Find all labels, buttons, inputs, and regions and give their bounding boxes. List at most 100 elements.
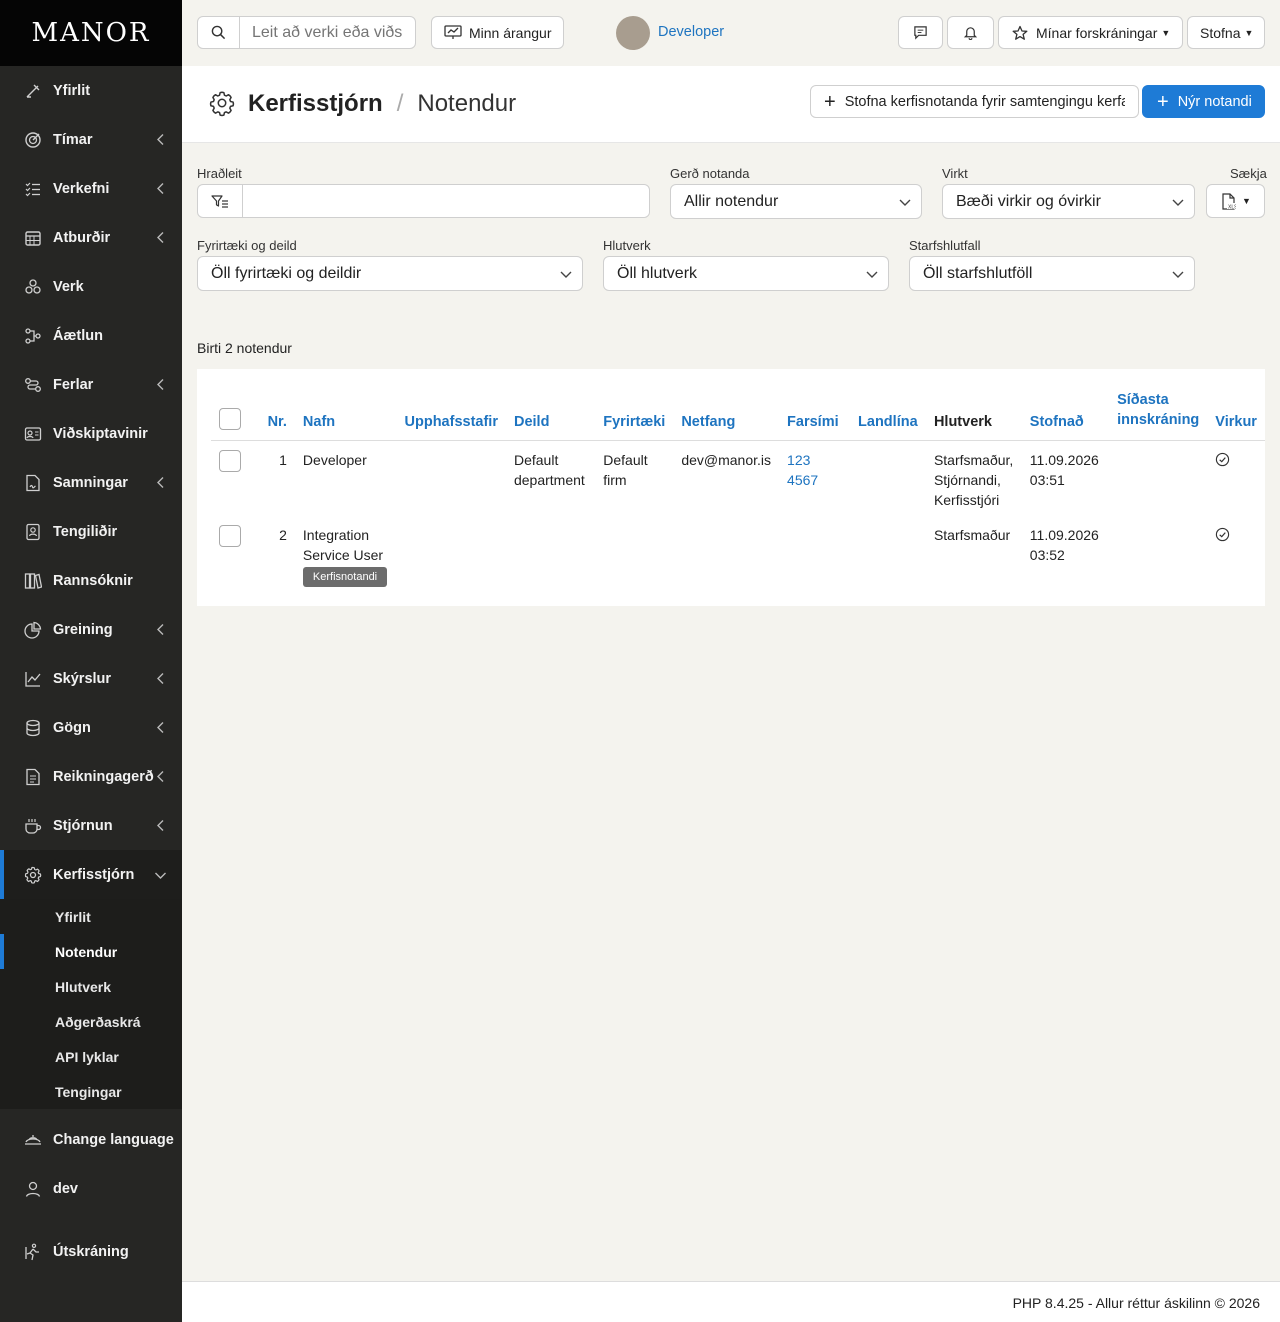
row-created: 11.09.2026 03:52 bbox=[1029, 527, 1099, 563]
sidebar-item-label: Reikningagerð bbox=[53, 768, 154, 785]
column-header-nr[interactable]: Nr. bbox=[254, 383, 295, 441]
sidebar-item-gear[interactable]: Kerfisstjórn bbox=[0, 850, 182, 899]
column-header-mobile[interactable]: Farsími bbox=[779, 383, 851, 441]
sidebar-item-project[interactable]: Verk bbox=[0, 262, 182, 311]
sidebar-item-target-clock[interactable]: Tímar bbox=[0, 115, 182, 164]
favorites-label: Mínar forskráningar bbox=[1036, 24, 1158, 41]
row-checkbox[interactable] bbox=[219, 525, 241, 547]
gear-icon bbox=[24, 866, 42, 884]
column-header-landline[interactable]: Landlína bbox=[850, 383, 926, 441]
column-header-active[interactable]: Virkur bbox=[1207, 383, 1265, 441]
notifications-button[interactable] bbox=[947, 16, 994, 49]
user-name-link[interactable]: Developer bbox=[658, 24, 724, 40]
column-header-last-login[interactable]: Síðasta innskráning bbox=[1109, 383, 1208, 441]
sidebar-item-books[interactable]: Rannsóknir bbox=[0, 556, 182, 605]
user-name[interactable]: Integration Service User bbox=[303, 525, 389, 565]
table-row[interactable]: 2 Integration Service User Kerfisnotandi St… bbox=[211, 516, 1265, 606]
chevron-down-icon bbox=[899, 199, 911, 206]
subnav-item[interactable]: Aðgerðaskrá bbox=[0, 1004, 182, 1039]
sidebar-item-user[interactable]: dev bbox=[0, 1164, 182, 1213]
search-icon[interactable] bbox=[198, 17, 240, 48]
chevron-left-icon bbox=[157, 232, 164, 243]
footer: PHP 8.4.25 - Allur réttur áskilinn © 202… bbox=[182, 1281, 1280, 1322]
role-select[interactable]: Öll hlutverk bbox=[603, 256, 889, 291]
column-header-initials[interactable]: Upphafsstafir bbox=[396, 383, 506, 441]
download-excel-button[interactable]: XLS ▼ bbox=[1206, 184, 1265, 218]
sidebar-item-client-card[interactable]: Viðskiptavinir bbox=[0, 409, 182, 458]
search-input[interactable] bbox=[240, 23, 402, 42]
sidebar: MANOR Yfirlit Tímar Verkefni Atburðir Verk Áæ… bbox=[0, 0, 182, 1322]
my-performance-button[interactable]: Minn árangur bbox=[431, 16, 564, 49]
sidebar-item-contact[interactable]: Tengiliðir bbox=[0, 507, 182, 556]
subnav-item[interactable]: Notendur bbox=[0, 934, 182, 969]
row-mobile-link[interactable]: 123 4567 bbox=[779, 440, 850, 516]
manor-logo[interactable]: MANOR bbox=[0, 0, 182, 66]
checklist-icon bbox=[25, 182, 40, 196]
create-label: Stofna bbox=[1200, 24, 1241, 41]
project-icon bbox=[25, 278, 41, 294]
column-header-name[interactable]: Nafn bbox=[294, 383, 397, 441]
sidebar-item-line-chart[interactable]: Skýrslur bbox=[0, 654, 182, 703]
subnav-item[interactable]: Hlutverk bbox=[0, 969, 182, 1004]
topbar: Minn árangur Developer Mínar forskráning… bbox=[182, 0, 1280, 66]
sidebar-item-dashboard[interactable]: Yfirlit bbox=[0, 66, 182, 115]
column-header-email[interactable]: Netfang bbox=[673, 383, 780, 441]
quick-search-label: Hraðleit bbox=[197, 166, 242, 181]
column-header-department[interactable]: Deild bbox=[505, 383, 596, 441]
column-header-created[interactable]: Stofnað bbox=[1021, 383, 1110, 441]
sidebar-item-label: Atburðir bbox=[53, 229, 111, 246]
sidebar-item-process[interactable]: Ferlar bbox=[0, 360, 182, 409]
new-user-button[interactable]: + Nýr notandi bbox=[1142, 85, 1265, 118]
sidebar-item-plan[interactable]: Áætlun bbox=[0, 311, 182, 360]
row-created: 11.09.2026 03:51 bbox=[1029, 451, 1099, 488]
ratio-select[interactable]: Öll starfshlutföll bbox=[909, 256, 1195, 291]
sidebar-item-language[interactable]: Change language bbox=[0, 1115, 182, 1164]
chevron-left-icon bbox=[157, 771, 164, 782]
user-name[interactable]: Developer bbox=[303, 450, 389, 470]
select-all-checkbox[interactable] bbox=[219, 407, 241, 430]
create-system-user-button[interactable]: + Stofna kerfisnotanda fyrir samtengingu… bbox=[810, 85, 1139, 118]
sidebar-item-label: Gögn bbox=[53, 719, 91, 736]
chevron-left-icon bbox=[157, 379, 164, 390]
row-landline bbox=[850, 440, 926, 516]
chevron-down-icon bbox=[1172, 199, 1184, 206]
xls-file-icon: XLS bbox=[1222, 192, 1236, 210]
coffee-icon bbox=[25, 818, 42, 834]
sidebar-item-database[interactable]: Gögn bbox=[0, 703, 182, 752]
filter-icon[interactable] bbox=[198, 185, 243, 217]
create-dropdown[interactable]: Stofna ▼ bbox=[1187, 16, 1265, 49]
breadcrumb-section[interactable]: Kerfisstjórn bbox=[248, 90, 383, 118]
row-mobile-link[interactable] bbox=[779, 516, 850, 606]
table-row[interactable]: 1 Developer Default department Default firm… bbox=[211, 440, 1265, 516]
sidebar-item-invoice[interactable]: Reikningagerð bbox=[0, 752, 182, 801]
subnav-item[interactable]: Tengingar bbox=[0, 1074, 182, 1109]
sidebar-item-label: Kerfisstjórn bbox=[53, 866, 135, 883]
sidebar-item-checklist[interactable]: Verkefni bbox=[0, 164, 182, 213]
company-select[interactable]: Öll fyrirtæki og deildir bbox=[197, 256, 583, 291]
column-header-company[interactable]: Fyrirtæki bbox=[595, 383, 674, 441]
quick-search-input[interactable] bbox=[243, 185, 649, 217]
sidebar-item-pie-chart[interactable]: Greining bbox=[0, 605, 182, 654]
messages-button[interactable] bbox=[898, 16, 943, 49]
check-circle-icon bbox=[1216, 452, 1230, 466]
process-icon bbox=[25, 377, 41, 392]
sidebar-item-contract[interactable]: Samningar bbox=[0, 458, 182, 507]
sidebar-item-logout[interactable]: Útskráning bbox=[0, 1227, 182, 1276]
table-header-row: Nr. Nafn Upphafsstafir Deild Fyrirtæki N… bbox=[211, 383, 1265, 441]
page-header: Kerfisstjórn / Notendur + Stofna kerfisn… bbox=[182, 66, 1280, 143]
active-select[interactable]: Bæði virkir og óvirkir bbox=[942, 184, 1195, 219]
favorites-dropdown[interactable]: Mínar forskráningar ▼ bbox=[998, 16, 1183, 49]
row-checkbox[interactable] bbox=[219, 449, 241, 472]
user-type-label: Gerð notanda bbox=[670, 166, 750, 181]
sidebar-item-label: dev bbox=[53, 1180, 78, 1197]
row-initials bbox=[397, 516, 506, 606]
subnav-item[interactable]: Yfirlit bbox=[0, 899, 182, 934]
sidebar-item-calendar[interactable]: Atburðir bbox=[0, 213, 182, 262]
gear-icon bbox=[209, 91, 235, 117]
sidebar-item-coffee[interactable]: Stjórnun bbox=[0, 801, 182, 850]
caret-down-icon: ▼ bbox=[1161, 27, 1171, 38]
avatar[interactable] bbox=[616, 16, 650, 50]
subnav-item[interactable]: API lyklar bbox=[0, 1039, 182, 1074]
user-type-select[interactable]: Allir notendur bbox=[670, 184, 922, 219]
ratio-label: Starfshlutfall bbox=[909, 238, 981, 253]
